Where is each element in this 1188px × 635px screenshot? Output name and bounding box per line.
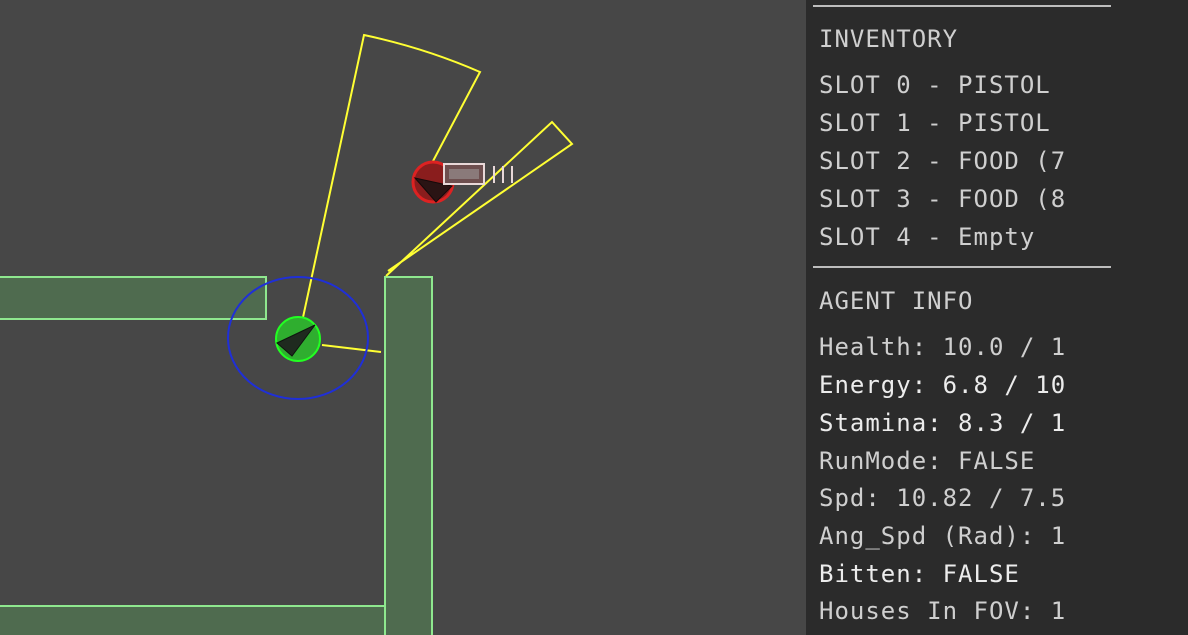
agent-bitten: Bitten: FALSE: [819, 560, 1020, 588]
player-agent-icon: [275, 316, 321, 362]
agent-runmode: RunMode: FALSE: [819, 447, 1036, 475]
divider: [813, 5, 1111, 7]
divider: [813, 266, 1111, 268]
inventory-slot-0: SLOT 0 - PISTOL: [819, 71, 1051, 99]
inventory-slot-3: SLOT 3 - FOOD (8: [819, 185, 1067, 213]
wall-vertical: [384, 276, 433, 635]
agent-stamina: Stamina: 8.3 / 1: [819, 409, 1067, 437]
wall-top-left: [0, 276, 267, 320]
agent-speed: Spd: 10.82 / 7.5: [819, 484, 1067, 512]
game-world: [0, 33, 574, 635]
inventory-slot-1: SLOT 1 - PISTOL: [819, 109, 1051, 137]
inventory-slot-2: SLOT 2 - FOOD (7: [819, 147, 1067, 175]
inventory-slot-4: SLOT 4 - Empty: [819, 223, 1036, 251]
agent-angular-speed: Ang_Spd (Rad): 1: [819, 522, 1067, 550]
agent-health: Health: 10.0 / 1: [819, 333, 1067, 361]
pistol-item-icon: [443, 163, 513, 185]
agent-houses-in-fov: Houses In FOV: 1: [819, 597, 1067, 625]
agent-energy: Energy: 6.8 / 10: [819, 371, 1067, 399]
agent-info-title: AGENT INFO: [819, 287, 974, 315]
inventory-title: INVENTORY: [819, 25, 959, 53]
wall-bottom: [0, 605, 386, 635]
hud-panel: INVENTORY SLOT 0 - PISTOL SLOT 1 - PISTO…: [806, 0, 1188, 635]
